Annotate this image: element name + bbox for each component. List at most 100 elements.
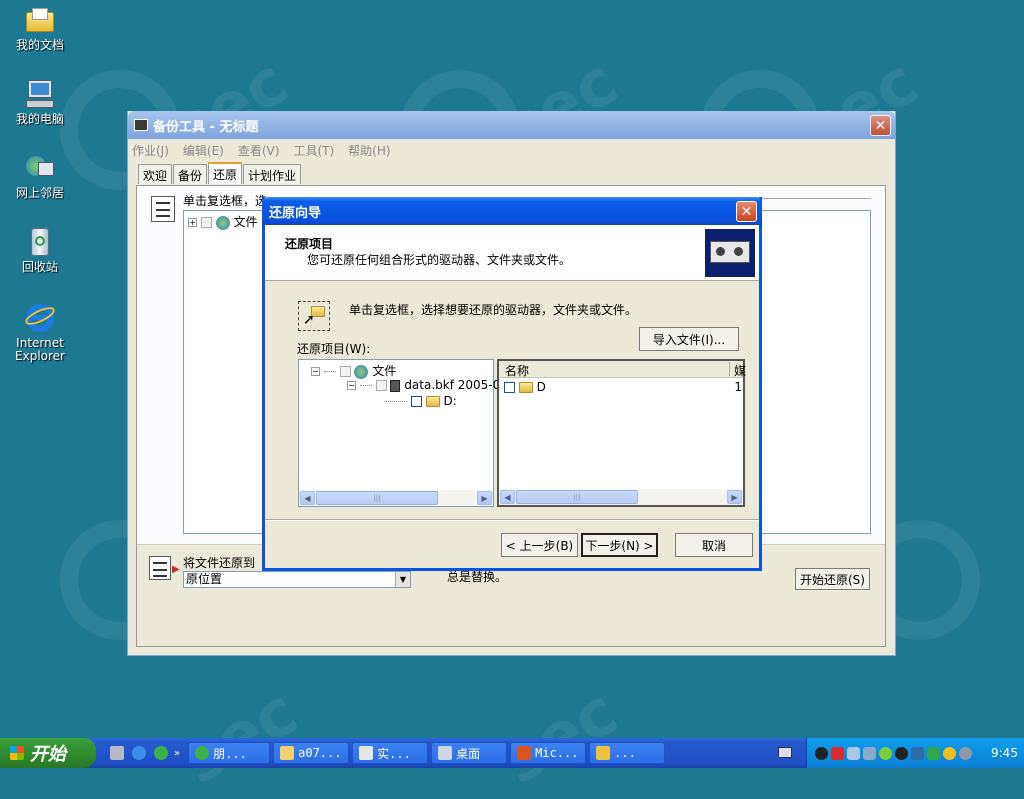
back-label: < 上一步(B) [505,538,574,553]
collapse-icon[interactable]: − [347,381,356,390]
wizard-header-title: 还原项目 [285,237,334,251]
messenger-tray-icon[interactable] [879,746,892,760]
task-label: Mic... [535,746,579,760]
scroll-thumb[interactable]: ||| [316,491,438,505]
desktop-icon-recycle-bin[interactable]: 回收站 [0,226,80,274]
tree-root-checkbox[interactable] [339,366,351,377]
quicklaunch-ie-icon[interactable] [132,746,146,760]
restore-items-header [757,198,871,199]
chevron-down-icon[interactable]: ▼ [395,572,410,587]
tab-welcome[interactable]: 欢迎 [138,164,173,184]
task-label: 桌面 [456,746,481,761]
menu-help[interactable]: 帮助(H) [348,142,390,159]
shield-icon[interactable] [927,746,940,760]
list-item-checkbox[interactable] [504,382,515,393]
quicklaunch-messenger-icon[interactable] [154,746,168,760]
scroll-left-icon[interactable]: ◀ [500,490,515,504]
restore-checklist-icon [151,196,175,222]
scroll-right-icon[interactable]: ▶ [727,490,742,504]
restore-items-label: 还原项目(W): [297,342,371,356]
folder-icon [24,4,56,36]
start-restore-button[interactable]: 开始还原(S) [795,568,870,590]
task-button[interactable]: 朋... [188,742,271,764]
task-button[interactable]: Mic... [510,742,587,764]
scroll-right-icon[interactable]: ▶ [477,491,492,505]
window-titlebar[interactable]: 备份工具 - 无标题 [128,111,895,139]
tree-drive-checkbox[interactable] [410,396,422,407]
tree-drive-label: D: [443,394,457,408]
tree-child-checkbox[interactable] [375,380,387,391]
list-item[interactable]: D 1 [504,380,742,394]
menu-tools[interactable]: 工具(T) [293,142,334,159]
desktop-icon-my-documents[interactable]: 我的文档 [0,4,80,52]
restore-items-tree[interactable]: − 文件 − data.bkf 2005-08- D: ◀ ||| ▶ [298,359,512,507]
start-button[interactable]: 开始 [0,738,96,768]
qq-icon[interactable] [815,746,828,760]
column-name[interactable]: 名称 [505,362,529,379]
network-tray-icon[interactable] [847,746,860,760]
restore-items-list[interactable]: 名称 媒 D 1 ◀ ||| ▶ [497,359,746,507]
tree-root-label: 文件 [233,215,258,229]
task-button[interactable]: 桌面 [431,742,508,764]
next-button[interactable]: 下一步(N) > [581,533,658,557]
list-horizontal-scrollbar[interactable]: ◀ ||| ▶ [499,489,743,505]
tab-schedule[interactable]: 计划作业 [243,164,302,184]
start-label: 开始 [30,744,66,765]
archive-icon [596,746,611,760]
back-button[interactable]: < 上一步(B) [501,533,578,557]
desktop-icon-label: 回收站 [21,260,58,274]
quicklaunch-show-desktop-icon[interactable] [110,746,124,760]
tab-backup[interactable]: 备份 [173,164,208,184]
next-label: 下一步(N) > [585,538,654,553]
restore-wizard-dialog[interactable]: 还原向导 ✕ 还原项目 您可还原任何组合形式的驱动器、文件夹或文件。 ➚ 单击复… [262,197,762,571]
watermark: sec [169,675,310,799]
drive-folder-icon [425,396,440,407]
folder-icon [280,746,295,760]
menu-edit[interactable]: 编辑(E) [183,142,224,159]
close-button[interactable]: ✕ [870,115,891,136]
cancel-button[interactable]: 取消 [675,533,753,557]
speaker-icon[interactable] [959,746,972,760]
taskbar: 开始 » 朋... a07... 实... 桌面 Mic... ... 9:45 [0,738,1024,768]
column-media[interactable]: 媒 [734,362,746,379]
list-item-name: D [536,380,546,394]
tree-horizontal-scrollbar[interactable]: ◀ ||| ▶ [299,490,493,506]
wizard-instruction: 单击复选框，选择想要还原的驱动器，文件夹或文件。 [349,303,638,317]
window-title: 备份工具 - 无标题 [153,119,259,135]
antivirus-icon[interactable] [831,746,844,760]
wizard-button-divider [265,519,759,521]
task-button[interactable]: ... [589,742,666,764]
keyboard-icon[interactable] [778,747,792,758]
scroll-thumb[interactable]: ||| [516,490,638,504]
restore-to-icon [149,556,171,580]
tree-root-checkbox[interactable] [200,217,212,228]
task-button[interactable]: a07... [273,742,350,764]
plus-icon[interactable] [943,746,956,760]
collapse-icon[interactable]: − [311,367,320,376]
desktop-icon-label: 我的电脑 [15,112,64,126]
menu-view[interactable]: 查看(V) [238,142,280,159]
menu-bar: 作业(J) 编辑(E) 查看(V) 工具(T) 帮助(H) [128,139,895,161]
dialog-close-button[interactable]: ✕ [736,201,757,222]
menu-job[interactable]: 作业(J) [132,142,169,159]
tab-restore[interactable]: 还原 [208,162,243,184]
backup-media-icon [390,379,401,392]
desktop-icon-my-computer[interactable]: 我的电脑 [0,78,80,126]
restore-location-select[interactable]: 原位置 ▼ [183,571,411,588]
desktop-icon-internet-explorer[interactable]: Internet Explorer [0,302,80,363]
quicklaunch-more-icon[interactable]: » [174,748,180,759]
dialog-titlebar[interactable]: 还原向导 [262,197,762,225]
wizard-header-subtitle: 您可还原任何组合形式的驱动器、文件夹或文件。 [307,253,572,267]
desktop-icon-network[interactable]: 网上邻居 [0,152,80,200]
restore-instruction: 单击复选框，选 [183,194,268,208]
clock[interactable]: 9:45 [991,746,1018,760]
dialog-title: 还原向导 [269,205,322,221]
qq-icon[interactable] [895,746,908,760]
display-icon[interactable] [911,746,924,760]
volume-icon[interactable] [863,746,876,760]
import-file-button[interactable]: 导入文件(I)... [639,327,739,351]
task-label: 实... [377,746,411,761]
task-button[interactable]: 实... [352,742,429,764]
expand-icon[interactable]: + [188,218,197,227]
scroll-left-icon[interactable]: ◀ [300,491,315,505]
